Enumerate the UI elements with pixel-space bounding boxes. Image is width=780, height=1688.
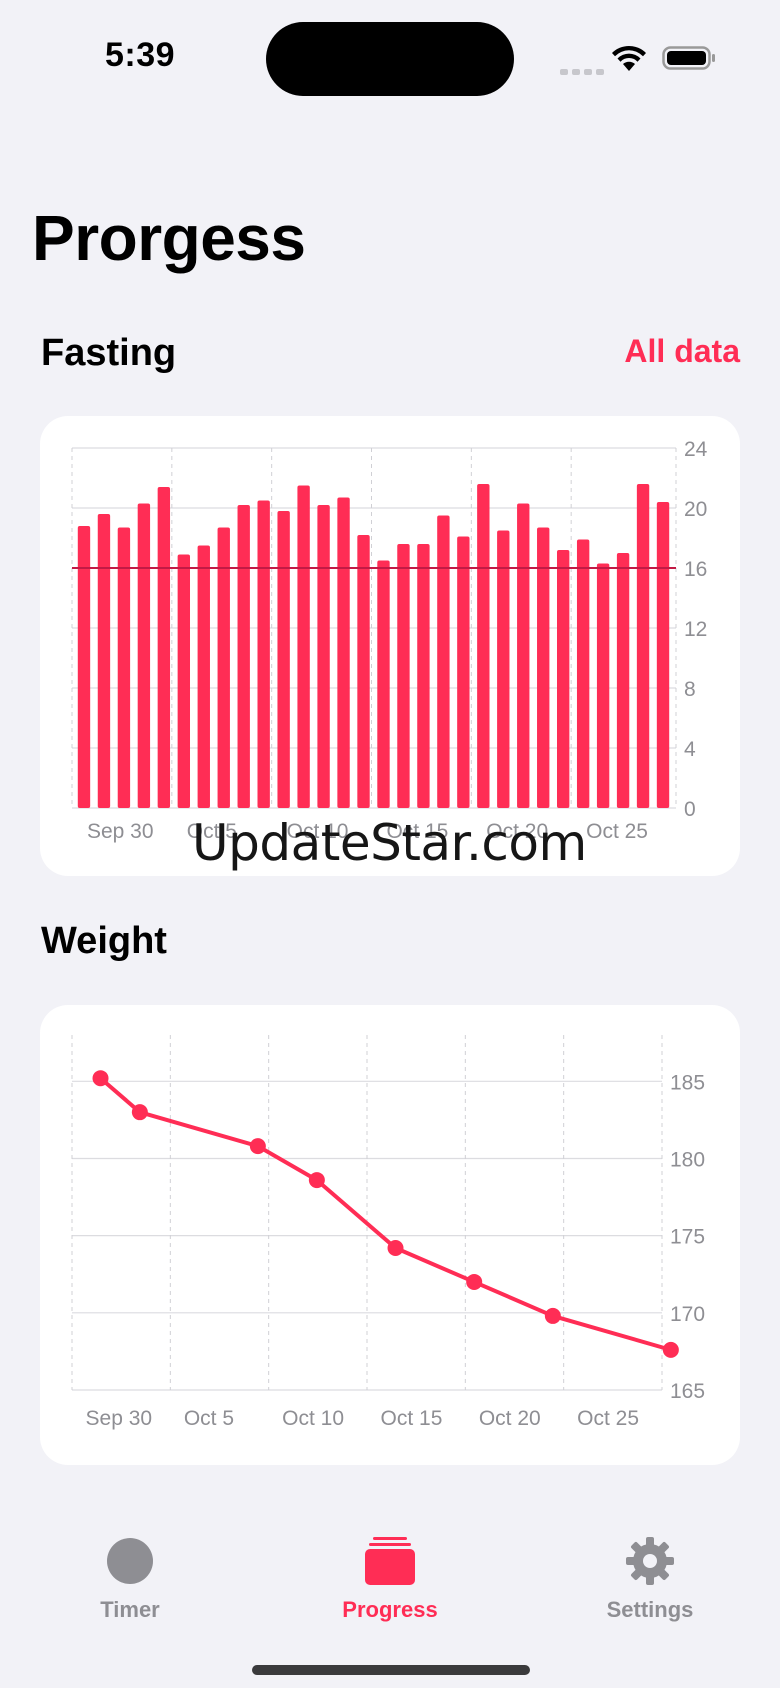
gear-icon bbox=[626, 1537, 674, 1585]
x-tick-label: Oct 25 bbox=[586, 820, 648, 843]
y-tick-label: 12 bbox=[684, 618, 707, 641]
fasting-bar bbox=[237, 505, 250, 808]
y-tick-label: 175 bbox=[670, 1226, 705, 1249]
fasting-bar bbox=[117, 527, 131, 808]
fasting-bar bbox=[457, 536, 470, 808]
fasting-chart-card: 0 4 8 12 16 20 24 Sep 30 Oct 5 Oct 10 Oct 15 Oct 20… bbox=[40, 416, 740, 876]
fasting-bar bbox=[157, 487, 171, 808]
tab-timer[interactable]: Timer bbox=[50, 1537, 210, 1623]
weight-point bbox=[308, 1172, 325, 1189]
weight-point bbox=[131, 1104, 148, 1121]
fasting-bar bbox=[97, 514, 111, 808]
fasting-bar bbox=[377, 560, 390, 808]
weight-point bbox=[92, 1070, 109, 1087]
tab-settings-label: Settings bbox=[606, 1597, 694, 1622]
status-time: 5:39 bbox=[105, 36, 176, 74]
tab-progress-label: Progress bbox=[342, 1597, 438, 1622]
fasting-bar bbox=[537, 527, 550, 808]
weight-line-chart: 165 170 175 180 185 Sep 30 Oct 5 Oct 10 Oct 15 Oc… bbox=[71, 1035, 705, 1430]
x-tick-label: Oct 5 bbox=[184, 1407, 234, 1430]
tab-settings[interactable]: Settings bbox=[570, 1537, 730, 1623]
y-tick-label: 185 bbox=[670, 1071, 705, 1094]
y-tick-label: 20 bbox=[684, 498, 707, 521]
fasting-bar bbox=[636, 484, 650, 808]
weight-chart-card: 165 170 175 180 185 Sep 30 Oct 5 Oct 10 Oct 15 Oc… bbox=[40, 1005, 740, 1465]
tab-bar: Timer Progress Settings bbox=[0, 1515, 780, 1688]
weight-point bbox=[544, 1307, 561, 1324]
watermark: UpdateStar.com bbox=[192, 814, 587, 872]
fasting-bar bbox=[317, 505, 330, 808]
fasting-bar bbox=[556, 550, 570, 808]
y-tick-label: 0 bbox=[684, 798, 696, 821]
y-tick-label: 180 bbox=[670, 1148, 705, 1171]
battery-icon bbox=[662, 46, 715, 70]
fasting-bar bbox=[257, 500, 270, 808]
fasting-bar bbox=[437, 515, 450, 808]
y-tick-label: 170 bbox=[670, 1303, 705, 1326]
weight-point bbox=[249, 1138, 266, 1155]
tab-progress[interactable]: Progress bbox=[310, 1537, 470, 1623]
dynamic-island bbox=[266, 22, 514, 96]
stack-icon bbox=[365, 1537, 415, 1585]
fasting-bar bbox=[297, 485, 310, 808]
x-tick-label: Oct 10 bbox=[282, 1407, 344, 1430]
fasting-bar bbox=[616, 553, 630, 808]
fasting-bar bbox=[497, 530, 510, 808]
x-tick-label: Oct 15 bbox=[381, 1407, 443, 1430]
fasting-bar bbox=[477, 484, 490, 808]
fasting-bar bbox=[397, 544, 410, 808]
fasting-bar bbox=[197, 545, 210, 808]
y-tick-label: 24 bbox=[684, 438, 708, 461]
weight-series-line bbox=[99, 1076, 672, 1352]
fasting-bar bbox=[217, 527, 230, 808]
weight-section-title: Weight bbox=[41, 920, 167, 962]
tab-timer-label: Timer bbox=[100, 1597, 160, 1622]
circle-icon bbox=[106, 1537, 154, 1585]
fasting-bar bbox=[137, 503, 151, 808]
fasting-bar-chart: 04812162024Sep 30 Oct 5 Oct 10 Oct 15 Oct 20… bbox=[71, 438, 708, 843]
x-tick-label: Oct 25 bbox=[577, 1407, 639, 1430]
fasting-bar bbox=[656, 502, 670, 808]
y-tick-label: 8 bbox=[684, 678, 696, 701]
wifi-icon bbox=[612, 45, 646, 71]
y-tick-label: 16 bbox=[684, 558, 707, 581]
fasting-bar bbox=[277, 511, 290, 808]
fasting-bar bbox=[596, 563, 610, 808]
weight-point bbox=[662, 1341, 679, 1358]
page-title: Prorgess bbox=[32, 202, 306, 274]
fasting-bar bbox=[337, 497, 350, 808]
x-tick-label: Sep 30 bbox=[86, 1407, 153, 1430]
fasting-bar bbox=[357, 535, 370, 808]
cellular-signal-icon bbox=[560, 62, 608, 80]
y-tick-label: 165 bbox=[670, 1380, 705, 1403]
fasting-bar bbox=[576, 539, 590, 808]
fasting-bar bbox=[417, 544, 430, 808]
x-tick-label: Oct 20 bbox=[479, 1407, 541, 1430]
weight-point bbox=[387, 1240, 404, 1256]
y-tick-label: 4 bbox=[684, 738, 696, 761]
all-data-link[interactable]: All data bbox=[624, 335, 740, 367]
fasting-section-title: Fasting bbox=[41, 332, 177, 374]
weight-point bbox=[466, 1273, 483, 1290]
fasting-bar bbox=[177, 554, 191, 808]
x-tick-label: Sep 30 bbox=[87, 820, 154, 843]
fasting-bar bbox=[517, 503, 530, 808]
home-indicator bbox=[252, 1665, 530, 1675]
status-bar: 5:39 bbox=[0, 0, 780, 120]
